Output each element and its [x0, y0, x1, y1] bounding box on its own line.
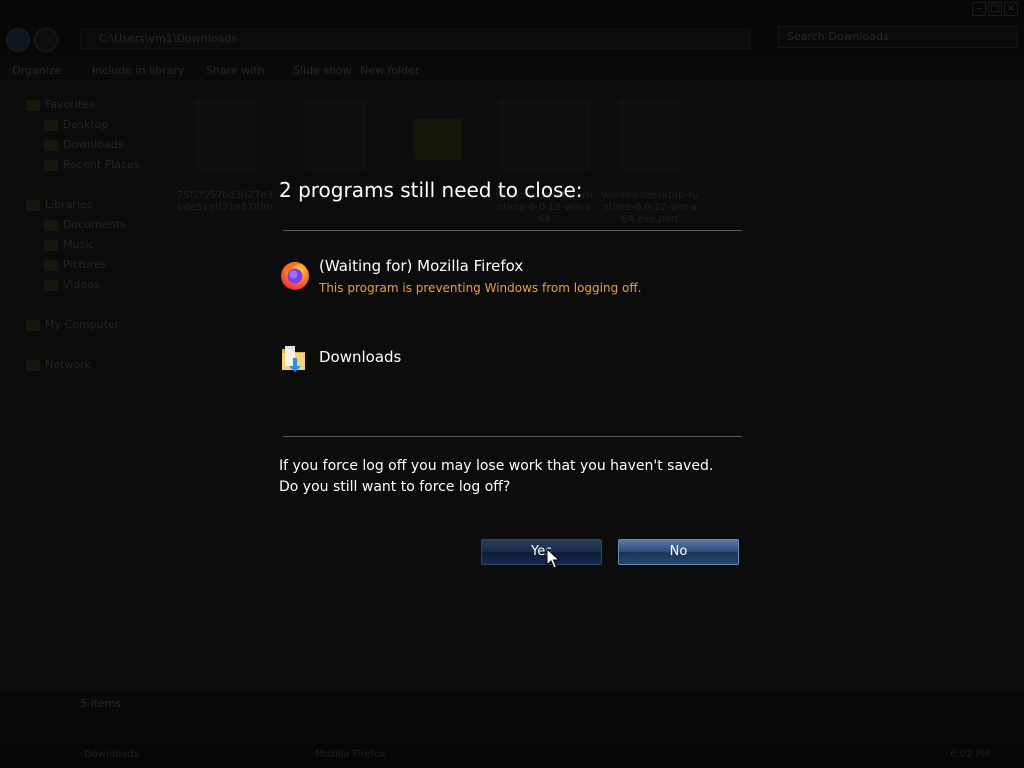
taskbar: [0, 742, 1024, 768]
file-thumbnail-5[interactable]: [620, 100, 680, 170]
dialog-title: 2 programs still need to close:: [279, 178, 583, 202]
new-folder-button[interactable]: New folder: [360, 64, 419, 77]
divider-bottom: [283, 436, 742, 437]
yes-force-logoff-button[interactable]: Yes: [481, 539, 602, 565]
nav-pictures[interactable]: Pictures: [44, 258, 107, 271]
nav-label: Network: [45, 358, 91, 371]
downloads-icon: [44, 139, 58, 151]
nav-label: Libraries: [45, 198, 93, 211]
star-icon: [26, 99, 40, 111]
nav-documents[interactable]: Documents: [44, 218, 126, 231]
nav-favorites[interactable]: Favorites: [26, 98, 95, 111]
include-in-library-button[interactable]: Include in library: [92, 64, 184, 77]
nav-downloads[interactable]: Downloads: [44, 138, 123, 151]
documents-icon: [44, 219, 58, 231]
nav-music[interactable]: Music: [44, 238, 94, 251]
no-cancel-button[interactable]: No: [618, 539, 739, 565]
nav-label: Music: [63, 238, 95, 251]
close-icon[interactable]: ×: [1004, 2, 1018, 16]
nav-network[interactable]: Network: [26, 358, 91, 371]
minimize-icon[interactable]: –: [972, 2, 986, 16]
libraries-icon: [26, 199, 40, 211]
recent-places-icon: [44, 159, 58, 171]
videos-icon: [44, 279, 58, 291]
file-name-5[interactable]: windowsdesktop-runtime-6.0.12-win-x64.ex…: [600, 190, 700, 226]
address-input[interactable]: C:\Users\vm1\Downloads: [80, 29, 750, 49]
forward-button[interactable]: [34, 28, 58, 52]
desktop-icon: [44, 119, 58, 131]
confirm-question: Do you still want to force log off?: [279, 479, 511, 495]
file-thumbnail-3[interactable]: [414, 118, 462, 160]
nav-label: Desktop: [63, 118, 109, 131]
nav-label: Favorites: [45, 98, 95, 111]
file-list: [160, 86, 1024, 690]
maximize-icon[interactable]: □: [988, 2, 1002, 16]
network-icon: [26, 359, 40, 371]
computer-icon: [26, 319, 40, 331]
search-input[interactable]: Search Downloads: [778, 26, 1018, 48]
nav-label: Downloads: [63, 138, 124, 151]
nav-label: Recent Places: [63, 158, 140, 171]
program-blocking-note: This program is preventing Windows from …: [319, 281, 642, 295]
details-pane: [0, 690, 1024, 742]
nav-libraries[interactable]: Libraries: [26, 198, 93, 211]
program-name-downloads: Downloads: [319, 348, 402, 366]
taskbar-downloads[interactable]: Downloads: [64, 745, 139, 765]
warning-message: If you force log off you may lose work t…: [279, 458, 714, 474]
nav-label: Videos: [63, 278, 100, 291]
item-count: 5 items: [80, 697, 122, 710]
nav-label: Pictures: [63, 258, 107, 271]
folder-download-icon: [282, 346, 305, 372]
nav-computer[interactable]: My Computer: [26, 318, 119, 331]
nav-label: My Computer: [45, 318, 120, 331]
file-name-1[interactable]: 75f2f957bd3027e3bde51eff31e5789b: [175, 190, 275, 214]
divider-top: [283, 230, 742, 231]
title-bar: [0, 0, 1024, 24]
navigation-pane: [0, 86, 158, 690]
program-name-firefox: (Waiting for) Mozilla Firefox: [319, 257, 524, 275]
nav-videos[interactable]: Videos: [44, 278, 100, 291]
file-thumbnail-2[interactable]: [305, 100, 365, 170]
file-thumbnail-1[interactable]: [196, 100, 256, 170]
nav-recent-places[interactable]: Recent Places: [44, 158, 140, 171]
back-button[interactable]: [6, 28, 30, 52]
nav-desktop[interactable]: Desktop: [44, 118, 108, 131]
firefox-icon: [281, 262, 309, 290]
music-icon: [44, 239, 58, 251]
organize-button[interactable]: Organize: [12, 64, 61, 77]
taskbar-firefox[interactable]: Mozilla Firefox: [295, 745, 386, 765]
mouse-cursor-icon: [546, 548, 560, 569]
nav-label: Documents: [63, 218, 126, 231]
pictures-icon: [44, 259, 58, 271]
share-with-button[interactable]: Share with: [206, 64, 265, 77]
explorer-window: – □ × C:\Users\vm1\Downloads Search Down…: [0, 0, 1024, 768]
taskbar-clock: 6:02 PM: [950, 749, 991, 760]
file-thumbnail-4[interactable]: [500, 100, 590, 170]
slide-show-button[interactable]: Slide show: [293, 64, 352, 77]
